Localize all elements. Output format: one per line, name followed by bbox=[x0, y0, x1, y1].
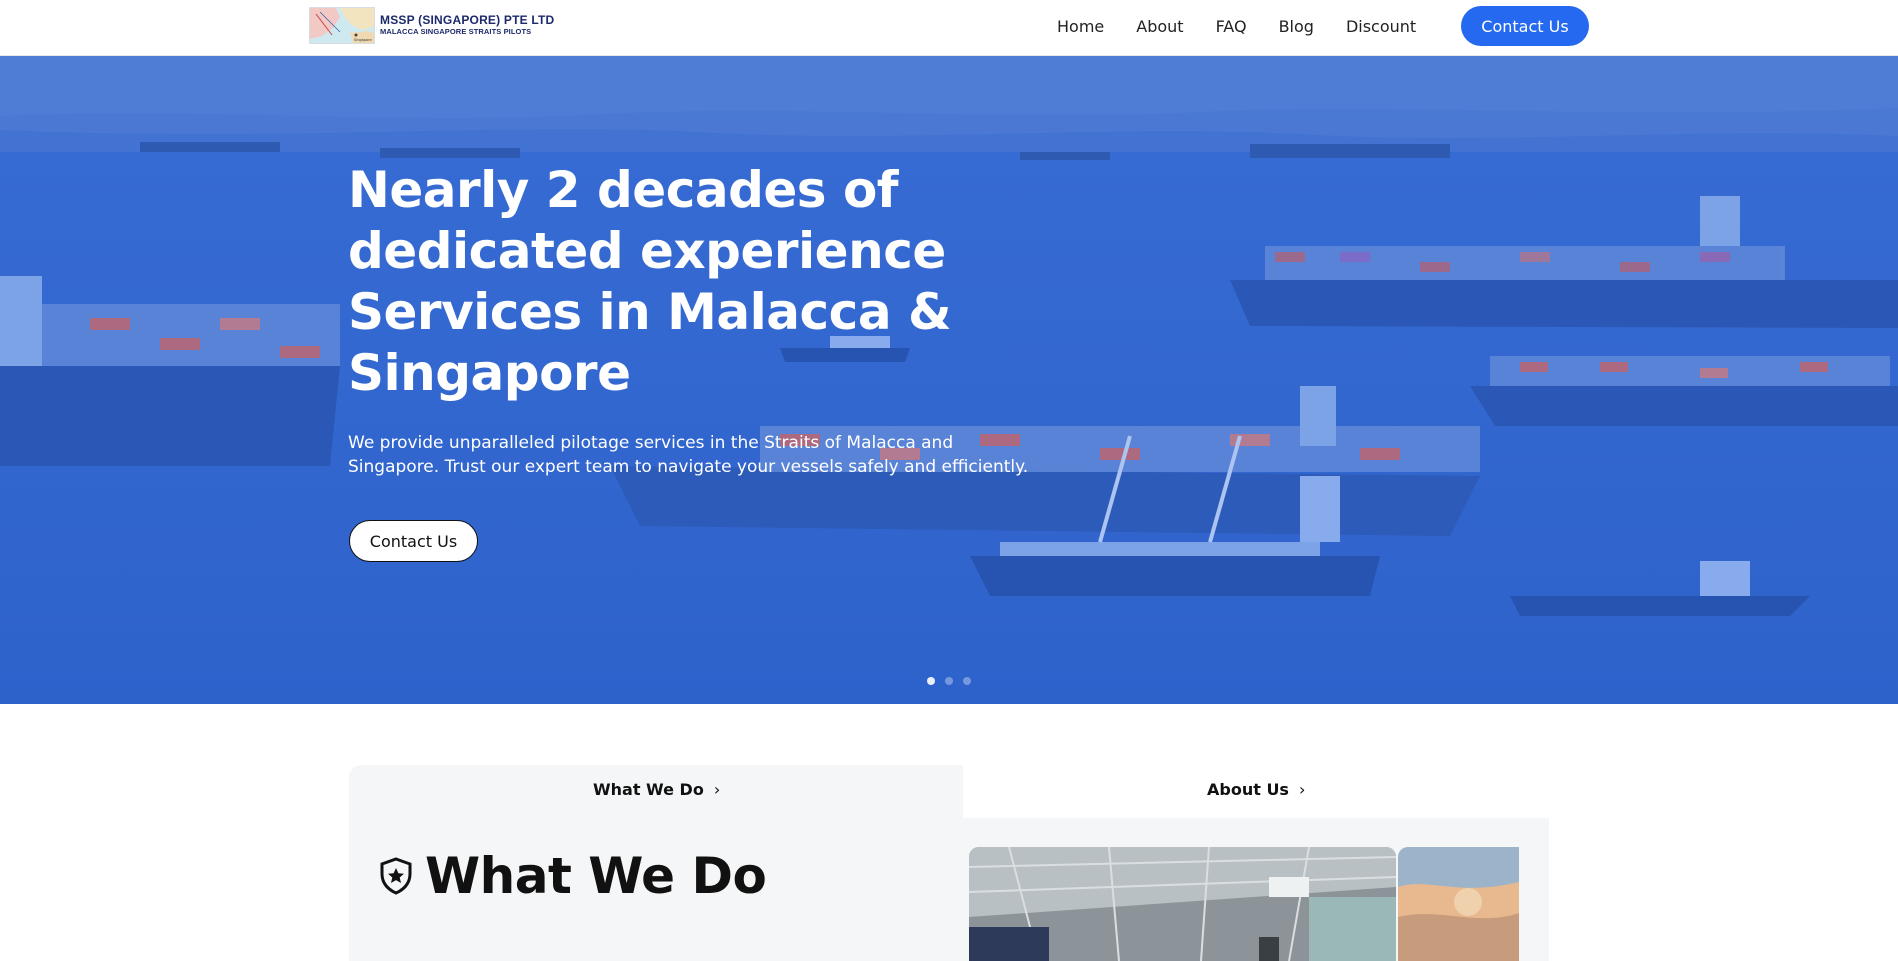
nav-about[interactable]: About bbox=[1136, 17, 1183, 36]
shield-star-icon bbox=[380, 857, 412, 895]
tab-what-we-do-label: What We Do bbox=[593, 780, 704, 799]
hero-subtitle-line: We provide unparalleled pilotage service… bbox=[348, 433, 954, 453]
map-label: Singapore bbox=[354, 38, 372, 42]
straits-map-icon: Singapore bbox=[309, 7, 375, 44]
carousel-dot-1[interactable] bbox=[927, 677, 935, 685]
carousel-dot-2[interactable] bbox=[945, 677, 953, 685]
nav-faq[interactable]: FAQ bbox=[1216, 17, 1247, 36]
chevron-right-icon: › bbox=[1298, 780, 1306, 799]
hero-contact-button[interactable]: Contact Us bbox=[349, 520, 478, 562]
hero-carousel: Nearly 2 decades of dedicated experience… bbox=[0, 56, 1898, 704]
carousel-indicators bbox=[927, 677, 981, 685]
site-header: Singapore MSSP (SINGAPORE) PTE LTD MALAC… bbox=[0, 0, 1898, 56]
nav-discount[interactable]: Discount bbox=[1346, 17, 1416, 36]
hero-title-line: Nearly 2 decades of bbox=[348, 161, 899, 219]
section-title: What We Do bbox=[425, 847, 767, 905]
hero-title-line: dedicated experience bbox=[348, 222, 946, 280]
ship-bridge-photo bbox=[969, 847, 1396, 961]
company-logo[interactable]: Singapore MSSP (SINGAPORE) PTE LTD MALAC… bbox=[309, 7, 554, 44]
hero-title: Nearly 2 decades of dedicated experience… bbox=[348, 160, 1048, 404]
hero-title-line: Services in Malacca & bbox=[348, 283, 952, 341]
main-nav: Home About FAQ Blog Discount bbox=[1057, 0, 1448, 52]
section-heading: What We Do bbox=[379, 847, 767, 905]
chevron-right-icon: › bbox=[713, 780, 721, 799]
hero-subtitle-line: Singapore. Trust our expert team to navi… bbox=[348, 457, 1029, 477]
tab-about-us-label: About Us bbox=[1207, 780, 1289, 799]
header-contact-button[interactable]: Contact Us bbox=[1461, 6, 1589, 46]
carousel-dot-3[interactable] bbox=[963, 677, 971, 685]
nav-home[interactable]: Home bbox=[1057, 17, 1104, 36]
tab-about-us[interactable]: About Us › bbox=[1207, 780, 1305, 799]
company-name: MSSP (SINGAPORE) PTE LTD bbox=[380, 12, 555, 27]
company-tagline: MALACCA SINGAPORE STRAITS PILOTS bbox=[380, 26, 532, 36]
hero-title-line: Singapore bbox=[348, 344, 631, 402]
sea-sunset-photo bbox=[1398, 847, 1519, 961]
info-tabs: What We Do › About Us › What We Do bbox=[349, 765, 1549, 961]
nav-blog[interactable]: Blog bbox=[1279, 17, 1314, 36]
hero-subtitle: We provide unparalleled pilotage service… bbox=[348, 431, 1088, 479]
tab-what-we-do[interactable]: What We Do › bbox=[593, 780, 720, 799]
logo-text: MSSP (SINGAPORE) PTE LTD MALACCA SINGAPO… bbox=[380, 14, 554, 38]
